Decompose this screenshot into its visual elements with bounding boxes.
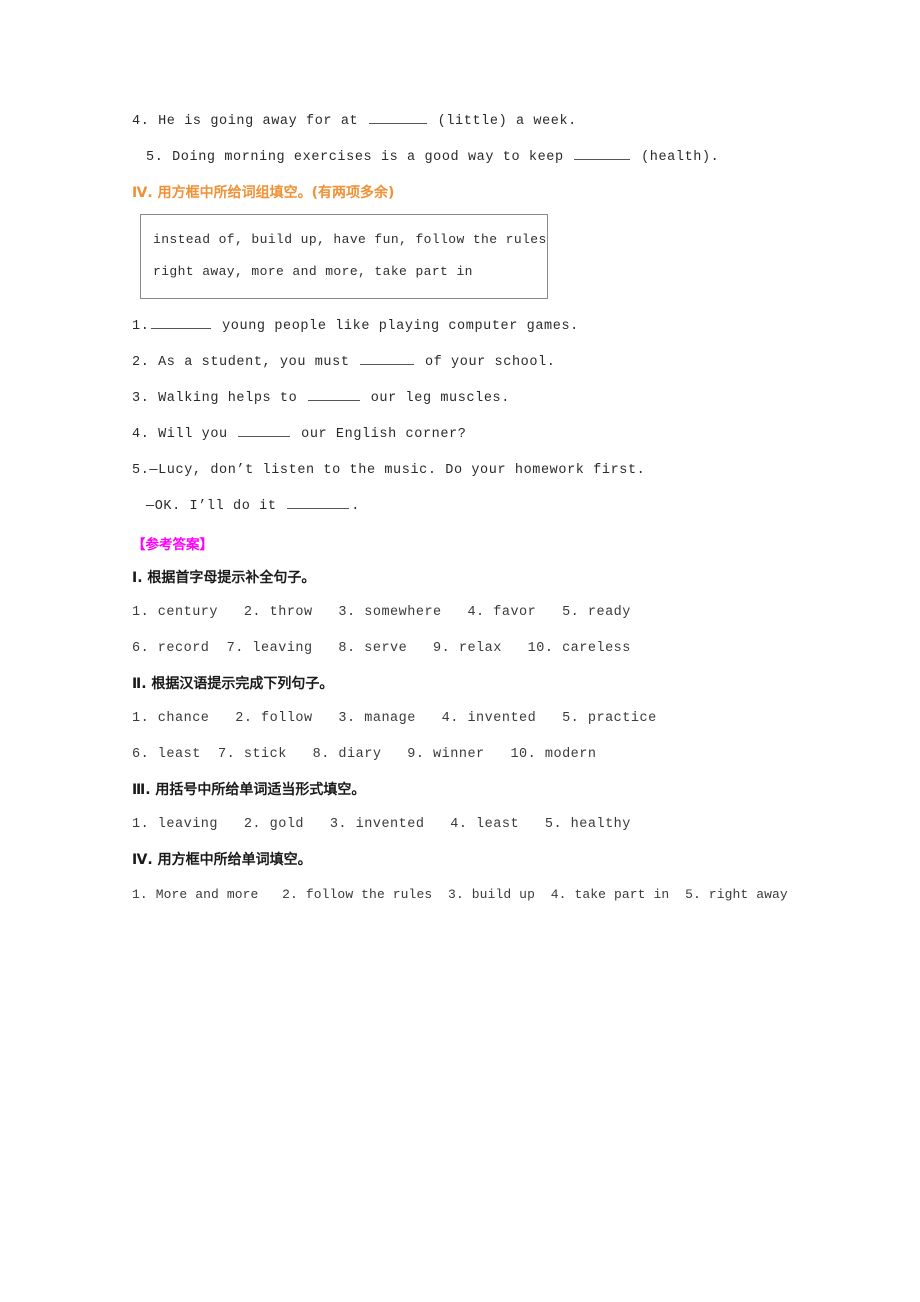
question-text-after: of your school.: [416, 355, 556, 370]
answer-blank[interactable]: [238, 423, 291, 437]
answer-blank[interactable]: [287, 495, 350, 509]
question-text-after: our English corner?: [292, 427, 467, 442]
question-text-before: Will you: [149, 427, 237, 442]
question-item: 4. He is going away for at (little) a we…: [132, 104, 832, 140]
section-heading-iv: Ⅳ. 用方框中所给词组填空。(有两项多余): [132, 185, 395, 201]
word-bank-line: right away, more and more, take part in: [153, 264, 473, 279]
question-number: 2.: [132, 355, 150, 370]
answer-blank[interactable]: [360, 351, 415, 365]
question-number: 1.: [132, 319, 150, 334]
answer-section-heading-iii: Ⅲ. 用括号中所给单词适当形式填空。: [132, 782, 366, 798]
question-number: 5.: [146, 150, 164, 165]
question-text-before: He is going away for at: [149, 114, 367, 129]
question-text-after: young people like playing computer games…: [213, 319, 579, 334]
answer-blank[interactable]: [368, 110, 427, 124]
question-number: 4.: [132, 427, 150, 442]
word-bank-line: instead of, build up, have fun, follow t…: [153, 232, 547, 247]
answer-line: 1. leaving 2. gold 3. invented 4. least …: [132, 817, 631, 832]
answer-key-title: 【参考答案】: [132, 537, 213, 553]
question-item: 4. Will you our English corner?: [132, 417, 832, 453]
answer-line: 1. century 2. throw 3. somewhere 4. favo…: [132, 605, 631, 620]
answer-section-heading-i: Ⅰ. 根据首字母提示补全句子。: [132, 570, 316, 586]
question-text-after: (little) a week.: [428, 114, 577, 129]
question-item: 5. Doing morning exercises is a good way…: [132, 140, 832, 176]
question-item: 3. Walking helps to our leg muscles.: [132, 381, 832, 417]
question-number: 4.: [132, 114, 150, 129]
question-text-before: —Lucy, don’t listen to the music. Do you…: [149, 463, 646, 478]
question-text-after: our leg muscles.: [362, 391, 510, 406]
question-number: 3.: [132, 391, 150, 406]
page-content: 4. He is going away for at (little) a we…: [132, 104, 832, 913]
answer-blank[interactable]: [574, 146, 631, 160]
answer-line: 1. More and more 2. follow the rules 3. …: [132, 887, 788, 902]
answer-section-heading-ii: Ⅱ. 根据汉语提示完成下列句子。: [132, 676, 334, 692]
question-item-reply: —OK. I’ll do it .: [132, 489, 832, 525]
answer-blank[interactable]: [151, 315, 212, 329]
answer-section-heading-iv: Ⅳ. 用方框中所给单词填空。: [132, 852, 312, 868]
question-text-before: Doing morning exercises is a good way to…: [163, 150, 573, 165]
reply-text-after: .: [351, 499, 360, 514]
question-text-after: (health).: [632, 150, 720, 165]
worksheet-page: 4. He is going away for at (little) a we…: [0, 0, 920, 1302]
word-bank-box: instead of, build up, have fun, follow t…: [140, 214, 548, 299]
answer-line: 6. record 7. leaving 8. serve 9. relax 1…: [132, 641, 631, 656]
question-text-before: As a student, you must: [149, 355, 359, 370]
question-number: 5.: [132, 463, 150, 478]
question-item: 2. As a student, you must of your school…: [132, 345, 832, 381]
question-item: 1. young people like playing computer ga…: [132, 309, 832, 345]
reply-text-before: —OK. I’ll do it: [146, 499, 286, 514]
answer-blank[interactable]: [308, 387, 361, 401]
question-text-before: Walking helps to: [149, 391, 307, 406]
answer-line: 6. least 7. stick 8. diary 9. winner 10.…: [132, 747, 597, 762]
question-item: 5.—Lucy, don’t listen to the music. Do y…: [132, 453, 832, 489]
answer-line: 1. chance 2. follow 3. manage 4. invente…: [132, 711, 657, 726]
